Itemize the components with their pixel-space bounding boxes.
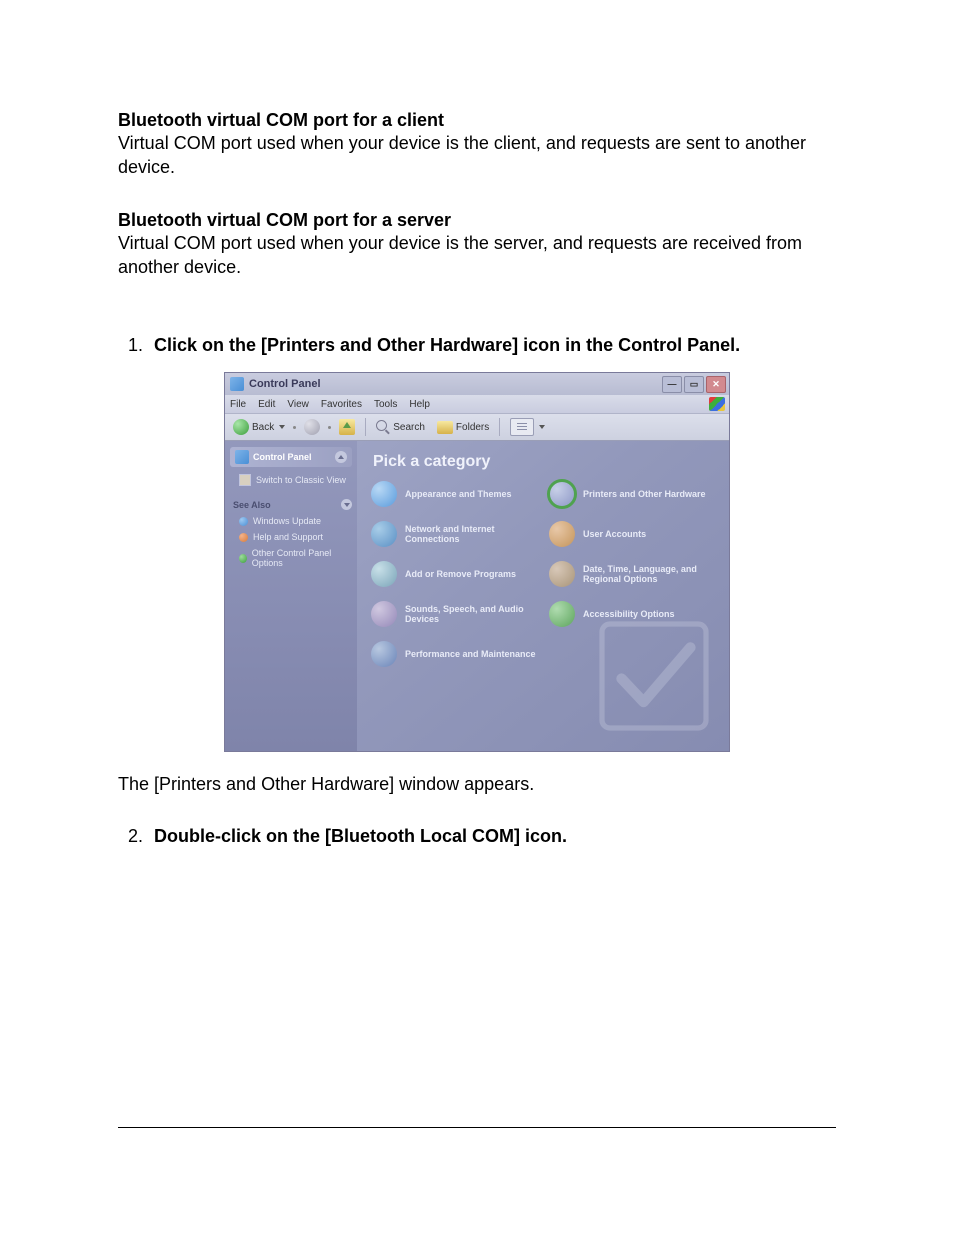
collapse-icon[interactable] — [341, 499, 352, 510]
sidebar-item-label: Help and Support — [253, 532, 323, 542]
folders-label: Folders — [456, 422, 489, 433]
sidebar-item-help-support[interactable]: Help and Support — [225, 529, 357, 545]
menu-tools[interactable]: Tools — [374, 399, 397, 410]
toolbar: Back Search Folders — [225, 413, 729, 441]
sidebar-see-also-header: See Also — [233, 499, 352, 510]
menubar: File Edit View Favorites Tools Help — [225, 395, 729, 413]
minimize-button[interactable]: — — [662, 376, 682, 393]
appearance-icon — [371, 481, 397, 507]
windows-flag-icon — [709, 397, 725, 411]
category-performance-maintenance[interactable]: Performance and Maintenance — [371, 641, 541, 667]
sidebar: Control Panel Switch to Classic View See… — [225, 441, 357, 751]
pick-category-heading: Pick a category — [373, 453, 719, 471]
close-button[interactable]: ✕ — [706, 376, 726, 393]
control-panel-small-icon — [235, 450, 249, 464]
step-1-result: The [Printers and Other Hardware] window… — [118, 772, 836, 796]
toolbar-separator-dot — [293, 426, 296, 429]
category-network-connections[interactable]: Network and Internet Connections — [371, 521, 541, 547]
sidebar-header-label: Control Panel — [253, 452, 312, 462]
control-panel-icon — [230, 377, 244, 391]
search-button[interactable]: Search — [372, 418, 429, 436]
help-support-icon — [239, 533, 248, 542]
toolbar-separator — [499, 418, 500, 436]
up-button[interactable] — [335, 417, 359, 437]
category-accessibility-options[interactable]: Accessibility Options — [549, 601, 719, 627]
back-label: Back — [252, 422, 274, 433]
back-dropdown-icon — [279, 425, 285, 429]
add-remove-icon — [371, 561, 397, 587]
category-label: Accessibility Options — [583, 609, 675, 619]
up-icon — [339, 419, 355, 435]
step-1: Click on the [Printers and Other Hardwar… — [148, 335, 836, 356]
folders-icon — [437, 421, 453, 434]
step-2: Double-click on the [Bluetooth Local COM… — [148, 826, 836, 847]
category-label: User Accounts — [583, 529, 646, 539]
category-appearance-themes[interactable]: Appearance and Themes — [371, 481, 541, 507]
forward-icon — [304, 419, 320, 435]
toolbar-separator — [365, 418, 366, 436]
folders-button[interactable]: Folders — [433, 419, 493, 436]
date-time-icon — [549, 561, 575, 587]
category-date-time-language[interactable]: Date, Time, Language, and Regional Optio… — [549, 561, 719, 587]
category-label: Add or Remove Programs — [405, 569, 516, 579]
category-label: Date, Time, Language, and Regional Optio… — [583, 564, 719, 584]
menu-edit[interactable]: Edit — [258, 399, 275, 410]
switch-view-label: Switch to Classic View — [256, 475, 346, 485]
forward-button[interactable] — [300, 417, 324, 437]
category-label: Network and Internet Connections — [405, 524, 541, 544]
printers-hardware-icon — [549, 481, 575, 507]
performance-icon — [371, 641, 397, 667]
category-add-remove-programs[interactable]: Add or Remove Programs — [371, 561, 541, 587]
menu-favorites[interactable]: Favorites — [321, 399, 362, 410]
control-panel-window: Control Panel — ▭ ✕ File Edit View Favor… — [224, 372, 730, 752]
toolbar-separator-dot — [328, 426, 331, 429]
category-label: Sounds, Speech, and Audio Devices — [405, 604, 541, 624]
user-accounts-icon — [549, 521, 575, 547]
category-label: Printers and Other Hardware — [583, 489, 706, 499]
windows-update-icon — [239, 517, 248, 526]
accessibility-icon — [549, 601, 575, 627]
footer-rule — [118, 1127, 836, 1128]
section-body-client: Virtual COM port used when your device i… — [118, 131, 836, 180]
sidebar-item-windows-update[interactable]: Windows Update — [225, 513, 357, 529]
sounds-icon — [371, 601, 397, 627]
category-label: Performance and Maintenance — [405, 649, 536, 659]
search-label: Search — [393, 422, 425, 433]
back-icon — [233, 419, 249, 435]
section-heading-client: Bluetooth virtual COM port for a client — [118, 110, 836, 131]
views-icon — [510, 418, 534, 436]
sidebar-item-label: Other Control Panel Options — [252, 548, 349, 568]
search-icon — [376, 420, 390, 434]
back-button[interactable]: Back — [229, 417, 289, 437]
category-sounds-speech-audio[interactable]: Sounds, Speech, and Audio Devices — [371, 601, 541, 627]
network-icon — [371, 521, 397, 547]
category-printers-hardware[interactable]: Printers and Other Hardware — [549, 481, 719, 507]
content-pane: Pick a category Appearance and Themes Pr… — [357, 441, 729, 751]
window-title: Control Panel — [249, 378, 321, 390]
sidebar-item-label: Windows Update — [253, 516, 321, 526]
category-user-accounts[interactable]: User Accounts — [549, 521, 719, 547]
views-button[interactable] — [506, 416, 549, 438]
step-1-text: Click on the [Printers and Other Hardwar… — [154, 335, 740, 355]
views-dropdown-icon — [539, 425, 545, 429]
sidebar-item-other-options[interactable]: Other Control Panel Options — [225, 545, 357, 571]
section-heading-server: Bluetooth virtual COM port for a server — [118, 210, 836, 231]
other-options-icon — [239, 554, 247, 563]
collapse-icon[interactable] — [335, 451, 347, 463]
titlebar: Control Panel — ▭ ✕ — [225, 373, 729, 395]
menu-help[interactable]: Help — [409, 399, 430, 410]
maximize-button[interactable]: ▭ — [684, 376, 704, 393]
step-2-text: Double-click on the [Bluetooth Local COM… — [154, 826, 567, 846]
sidebar-switch-classic[interactable]: Switch to Classic View — [225, 471, 357, 489]
switch-view-icon — [239, 474, 251, 486]
sidebar-header-control-panel[interactable]: Control Panel — [230, 447, 352, 467]
see-also-label: See Also — [233, 500, 271, 510]
category-label: Appearance and Themes — [405, 489, 512, 499]
menu-file[interactable]: File — [230, 399, 246, 410]
section-body-server: Virtual COM port used when your device i… — [118, 231, 836, 280]
menu-view[interactable]: View — [287, 399, 309, 410]
